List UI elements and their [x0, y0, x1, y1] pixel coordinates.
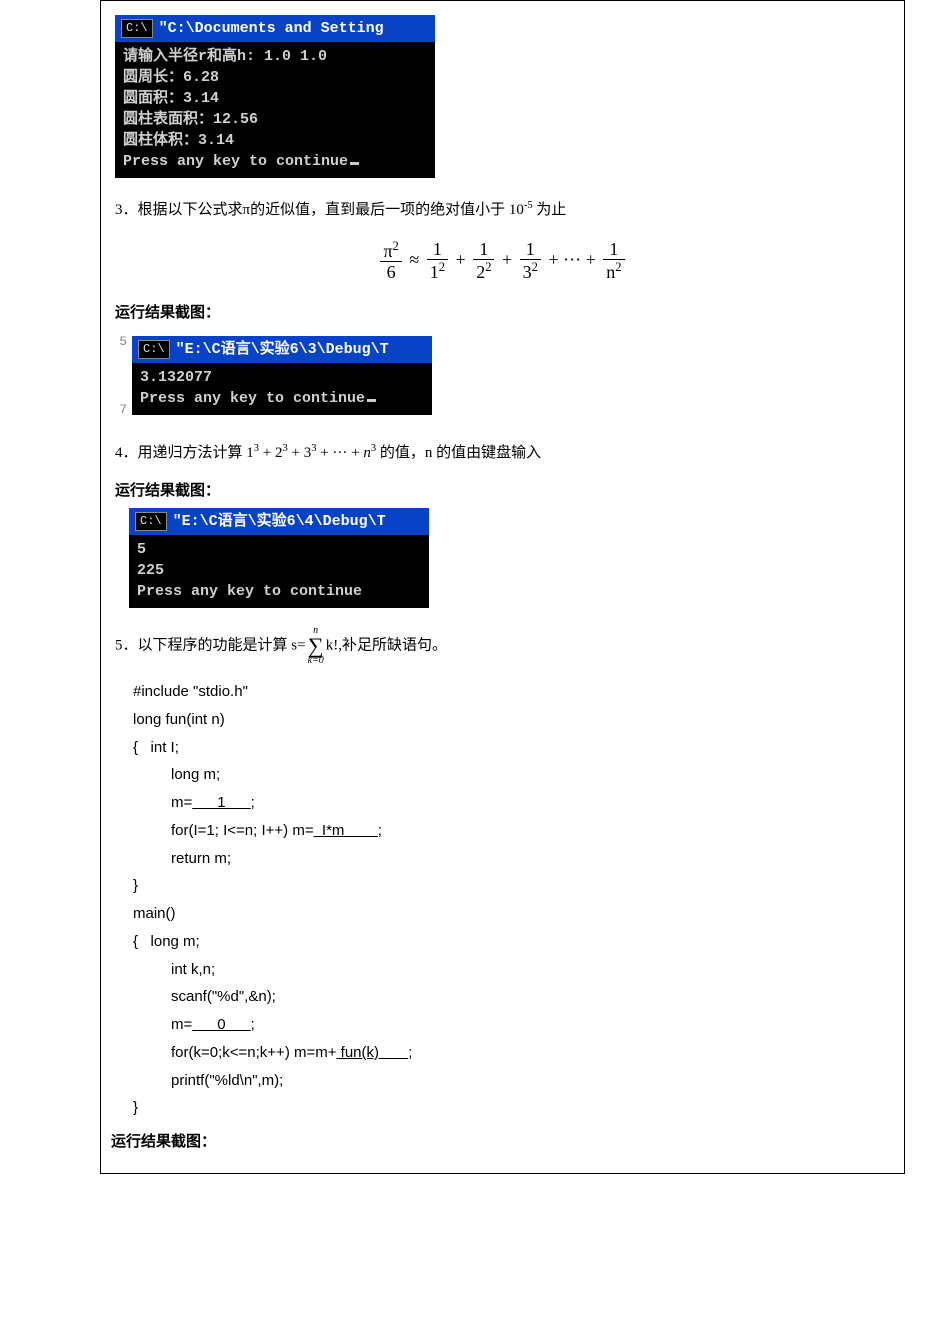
console-output-3: C:\ "E:\C语言\实验6\4\Debug\T 5 225 Press an… — [129, 508, 429, 608]
code-line: } — [133, 872, 890, 900]
formula-termn: 1n2 — [603, 239, 624, 283]
code-line: return m; — [133, 845, 890, 873]
gutter-num: 7 — [115, 402, 127, 417]
code-line: printf("%ld\n",m); — [133, 1067, 890, 1095]
console-title-3: "E:\C语言\实验6\4\Debug\T — [173, 511, 386, 532]
cursor-icon — [367, 399, 376, 402]
console-output-2: C:\ "E:\C语言\实验6\3\Debug\T 3.132077 Press… — [132, 336, 432, 415]
blank-4: fun(k) — [337, 1044, 409, 1061]
prob4-after: 的值，n 的值由键盘输入 — [376, 445, 541, 461]
blank-2: I*m — [314, 822, 378, 839]
prob4-expr: 13 + 23 + 33 + ··· + n3 — [246, 445, 376, 461]
sigma-icon: n∑k=0 — [308, 626, 324, 666]
result-label-3: 运行结果截图： — [115, 301, 890, 322]
console-body-3: 5 225 Press any key to continue — [129, 535, 429, 608]
formula-lhs: π2 6 — [380, 239, 401, 283]
code-line: } — [133, 1094, 890, 1122]
formula-term1: 112 — [427, 239, 448, 283]
code-line: { int I; — [133, 734, 890, 762]
cmd-icon: C:\ — [121, 19, 153, 38]
code-line: { long m; — [133, 928, 890, 956]
cursor-icon — [350, 162, 359, 165]
code-line: m= 1 ; — [133, 789, 890, 817]
cmd-icon: C:\ — [138, 340, 170, 359]
formula-term3: 132 — [520, 239, 541, 283]
prob3-exp: 10-5 — [509, 202, 533, 218]
console-body-1: 请输入半径r和高h: 1.0 1.0 圆周长：6.28 圆面积：3.14 圆柱表… — [115, 42, 435, 178]
console-titlebar-3: C:\ "E:\C语言\实验6\4\Debug\T — [129, 508, 429, 535]
pi-formula: π2 6 ≈ 112 + 122 + 132 + ··· + 1n2 — [115, 239, 890, 283]
code-line: scanf("%d",&n); — [133, 983, 890, 1011]
code-line: for(I=1; I<=n; I++) m= I*m ; — [133, 817, 890, 845]
prob5-before: 5．以下程序的功能是计算 s= — [115, 638, 306, 654]
prob3-before: 3．根据以下公式求π的近似值，直到最后一项的绝对值小于 — [115, 202, 509, 218]
console-title-1: "C:\Documents and Setting — [159, 18, 384, 39]
prob3-after: 为止 — [533, 202, 567, 218]
prob5-sumbody: k!, — [326, 638, 342, 654]
result-label-4: 运行结果截图： — [115, 479, 890, 500]
problem-4-text: 4．用递归方法计算 13 + 23 + 33 + ··· + n3 的值，n 的… — [115, 439, 890, 468]
code-line: long fun(int n) — [133, 706, 890, 734]
prob4-before: 4．用递归方法计算 — [115, 445, 246, 461]
console-body-2: 3.132077 Press any key to continue — [132, 363, 432, 415]
code-line: int k,n; — [133, 956, 890, 984]
prob5-after: 补足所缺语句。 — [342, 638, 447, 654]
code-line: #include "stdio.h" — [133, 678, 890, 706]
code-block: #include "stdio.h" long fun(int n) { int… — [133, 678, 890, 1122]
result-label-5: 运行结果截图： — [111, 1130, 890, 1151]
code-line: main() — [133, 900, 890, 928]
blank-3: 0 — [192, 1016, 250, 1033]
blank-1: 1 — [192, 794, 250, 811]
console-title-2: "E:\C语言\实验6\3\Debug\T — [176, 339, 389, 360]
cmd-icon: C:\ — [135, 512, 167, 531]
gutter-num: 5 — [115, 334, 127, 349]
code-line: long m; — [133, 761, 890, 789]
formula-term2: 122 — [473, 239, 494, 283]
page-content: C:\ "C:\Documents and Setting 请输入半径r和高h:… — [100, 0, 905, 1174]
code-line: for(k=0;k<=n;k++) m=m+ fun(k) ; — [133, 1039, 890, 1067]
console-output-1: C:\ "C:\Documents and Setting 请输入半径r和高h:… — [115, 15, 435, 178]
problem-3-text: 3．根据以下公式求π的近似值，直到最后一项的绝对值小于 10-5 为止 — [115, 196, 890, 225]
console-titlebar-1: C:\ "C:\Documents and Setting — [115, 15, 435, 42]
problem-5-text: 5．以下程序的功能是计算 s=n∑k=0k!,补足所缺语句。 — [115, 626, 890, 666]
console-titlebar-2: C:\ "E:\C语言\实验6\3\Debug\T — [132, 336, 432, 363]
code-line: m= 0 ; — [133, 1011, 890, 1039]
